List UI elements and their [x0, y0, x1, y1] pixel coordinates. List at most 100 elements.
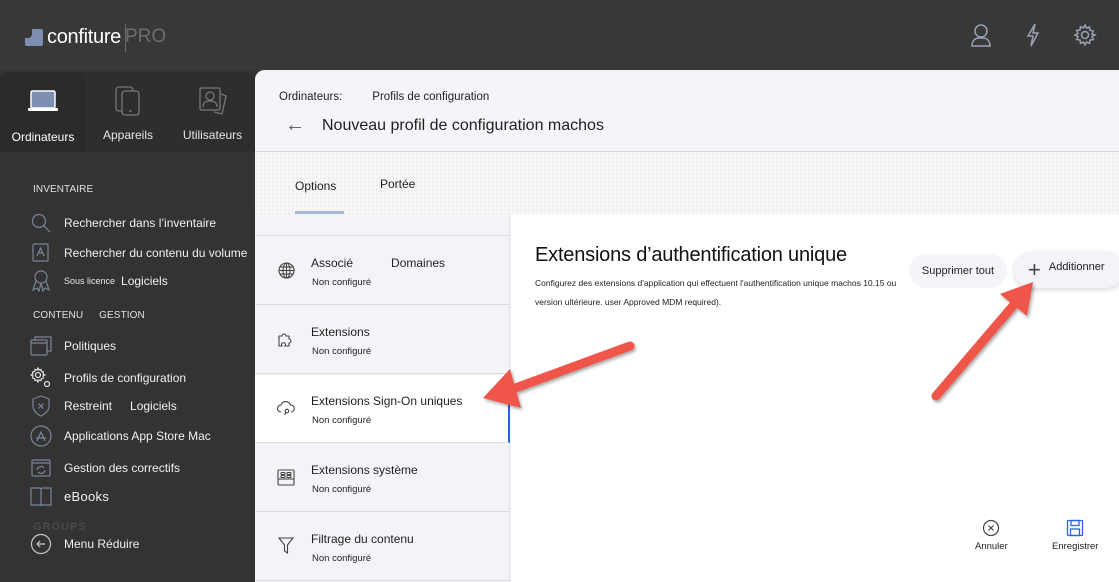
payload-title: Filtrage du contenu — [311, 532, 414, 546]
filter-icon — [277, 537, 295, 555]
user-icon[interactable] — [969, 22, 993, 48]
shield-icon — [30, 395, 52, 417]
back-button[interactable]: ← — [285, 114, 305, 137]
nav-label: Applications App Store Mac — [64, 429, 211, 443]
breadcrumb-computers[interactable]: Ordinateurs: — [279, 91, 342, 103]
nav-label: Gestion des correctifs — [64, 461, 180, 475]
detail-description: Configurez des extensions d'application … — [535, 274, 915, 312]
sidebar: Ordinateurs Appareils Utilisateurs INVEN… — [0, 70, 255, 582]
puzzle-icon — [277, 330, 295, 348]
top-bar: confiture PRO — [0, 0, 1119, 70]
sidebar-tab-appareils[interactable]: Appareils — [86, 72, 170, 152]
logo-mark-icon — [25, 29, 43, 46]
globe-icon — [277, 261, 295, 279]
book-icon — [30, 485, 52, 507]
logo: confiture PRO — [25, 26, 121, 49]
config-gear-icon — [30, 367, 52, 389]
breadcrumb: Ordinateurs: Profils de configuration — [279, 91, 489, 103]
main-panel: Ordinateurs: Profils de configuration ← … — [255, 70, 1119, 582]
sidebar-item-patch-management[interactable]: Gestion des correctifs — [30, 456, 250, 480]
sidebar-item-policies[interactable]: Politiques — [30, 334, 250, 358]
logo-text: confiture — [47, 26, 121, 49]
payload-associated-domains[interactable]: Associé Domaines Non configuré — [255, 237, 510, 305]
save-label: Enregistrer — [1052, 541, 1098, 552]
app-store-icon — [30, 425, 52, 447]
sidebar-item-restricted-software[interactable]: RestreintLogiciels — [30, 394, 250, 418]
sidebar-item-config-profiles[interactable]: Profils de configuration — [30, 366, 250, 390]
cancel-label: Annuler — [975, 541, 1008, 552]
devices-icon — [114, 86, 142, 116]
volume-search-icon — [30, 242, 52, 264]
payload-title: Extensions Sign-On uniques — [311, 394, 462, 408]
award-icon — [30, 270, 52, 292]
policies-icon — [30, 335, 52, 357]
page-header: Ordinateurs: Profils de configuration ← … — [255, 70, 1119, 152]
sidebar-item-licensed-software[interactable]: Sous licence Logiciels — [30, 269, 250, 293]
nav-label: Profils de configuration — [64, 371, 186, 385]
sidebar-item-app-store-apps[interactable]: Applications App Store Mac — [30, 424, 250, 448]
back-arrow-icon: ← — [285, 114, 305, 136]
search-icon — [30, 212, 52, 234]
bolt-icon[interactable] — [1021, 22, 1045, 48]
top-icons — [969, 22, 1097, 48]
app-window: confiture PRO Ordinateurs — [0, 0, 1119, 582]
detail-panel: Extensions d’authentification unique Con… — [511, 214, 1119, 582]
save-icon — [1066, 519, 1084, 537]
users-icon — [197, 86, 229, 116]
add-button-label: Additionner — [1049, 261, 1105, 273]
nav-label: Rechercher du contenu du volume — [64, 246, 247, 260]
cloud-key-icon — [277, 399, 295, 417]
list-item-partial[interactable] — [255, 168, 510, 236]
sidebar-tab-ordinateurs[interactable]: Ordinateurs — [0, 72, 86, 152]
payload-status: Non configuré — [312, 346, 371, 357]
nav-label: Restreint — [64, 399, 112, 413]
payload-extensions[interactable]: Extensions Non configuré — [255, 306, 510, 374]
payload-status: Non configuré — [312, 415, 371, 426]
payload-content-filter[interactable]: Filtrage du contenu Non configuré — [255, 513, 510, 581]
save-button[interactable]: Enregistrer — [1052, 519, 1098, 552]
nav-label: eBooks — [64, 489, 109, 504]
plus-icon: + — [1028, 259, 1041, 281]
sidebar-item-search-volume[interactable]: Rechercher du contenu du volume — [30, 241, 250, 265]
nav-label: Menu Réduire — [64, 537, 139, 551]
logo-pro: PRO — [125, 26, 166, 48]
sidebar-tab-utilisateurs[interactable]: Utilisateurs — [170, 72, 255, 152]
sidebar-tabs: Ordinateurs Appareils Utilisateurs — [0, 72, 255, 152]
patch-icon — [30, 457, 52, 479]
sidebar-tab-label: Appareils — [103, 128, 153, 142]
sidebar-item-search-inventory[interactable]: Rechercher dans l’inventaire — [30, 211, 250, 235]
laptop-icon — [27, 86, 59, 116]
payload-title-a: Associé — [311, 256, 353, 270]
payload-title: Extensions système — [311, 463, 418, 477]
payload-status: Non configuré — [312, 277, 371, 288]
page-title: Nouveau profil de configuration machos — [322, 117, 604, 135]
payload-status: Non configuré — [312, 484, 371, 495]
delete-all-button[interactable]: Supprimer tout — [909, 254, 1007, 288]
nav-prefix: Sous licence — [64, 276, 115, 286]
gear-icon[interactable] — [1073, 22, 1097, 48]
system-extension-icon — [277, 468, 295, 486]
payload-status: Non configuré — [312, 553, 371, 564]
nav-label: Logiciels — [121, 274, 168, 288]
nav-label: Politiques — [64, 339, 116, 353]
breadcrumb-config-profiles[interactable]: Profils de configuration — [372, 91, 489, 103]
sidebar-tab-label: Ordinateurs — [12, 130, 75, 144]
section-label-contenu: CONTENU — [33, 310, 83, 321]
payload-title: Associé Domaines — [311, 256, 445, 270]
payload-system-extensions[interactable]: Extensions système Non configuré — [255, 444, 510, 512]
payload-title: Extensions — [311, 325, 370, 339]
nav-label: Rechercher dans l’inventaire — [64, 216, 216, 230]
cancel-icon — [982, 519, 1000, 537]
cancel-button[interactable]: Annuler — [975, 519, 1008, 552]
payload-list: Associé Domaines Non configuré Extensions… — [255, 214, 510, 582]
detail-title: Extensions d’authentification unique — [535, 244, 847, 267]
collapse-arrow-icon — [30, 533, 52, 555]
payload-title-b: Domaines — [391, 256, 445, 270]
payload-sso-extensions[interactable]: Extensions Sign-On uniques Non configuré — [255, 375, 510, 443]
sidebar-tab-label: Utilisateurs — [183, 128, 242, 142]
add-button[interactable]: + Additionner — [1014, 251, 1119, 288]
section-label-gestion: GESTION — [99, 310, 145, 321]
section-inventaire: INVENTAIRE — [33, 184, 93, 195]
sidebar-item-ebooks[interactable]: eBooks — [30, 484, 250, 508]
collapse-menu-button[interactable]: Menu Réduire — [30, 532, 250, 556]
